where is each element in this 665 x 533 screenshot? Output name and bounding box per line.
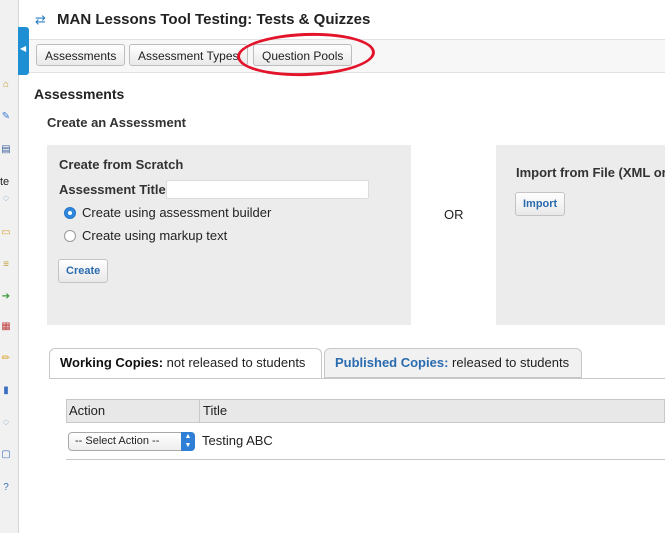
radio-selected[interactable] <box>64 207 76 219</box>
column-divider <box>199 400 200 422</box>
chevron-updown-icon: ▲ ▼ <box>181 432 195 451</box>
collapse-sidebar-tab[interactable]: ◀ <box>18 27 29 75</box>
scratch-title: Create from Scratch <box>59 157 184 172</box>
table-row-divider <box>66 459 665 460</box>
help-icon[interactable]: ? <box>0 481 14 495</box>
import-panel: Import from File (XML or Import <box>496 145 665 325</box>
document-icon[interactable]: ▦ <box>0 320 14 334</box>
table-cell-title: Testing ABC <box>202 433 273 448</box>
create-from-scratch-panel: Create from Scratch Assessment Title Cre… <box>47 145 411 325</box>
tab-working-copies[interactable]: Working Copies: not released to students <box>49 348 322 379</box>
chevron-left-icon: ◀ <box>20 44 27 53</box>
select-value: -- Select Action -- <box>75 435 160 447</box>
import-button[interactable]: Import <box>515 192 566 216</box>
tab-desc: released to students <box>452 355 570 370</box>
folder-icon[interactable]: ▭ <box>0 226 14 240</box>
page-title: MAN Lessons Tool Testing: Tests & Quizze… <box>57 11 371 28</box>
create-button[interactable]: Create <box>58 259 109 283</box>
sidebar-partial-label: te <box>0 176 10 188</box>
tool-strip: ⌂ ✎ ▤ te ◌ ▭ ≡ ➔ ▦ ✏ ▮ ◌ ▢ ? <box>0 0 19 533</box>
select-action-dropdown[interactable]: -- Select Action -- ▲ ▼ <box>68 432 195 451</box>
option-label: Create using markup text <box>82 228 228 243</box>
tab-divider <box>49 378 665 379</box>
export-icon[interactable]: ➔ <box>0 290 14 304</box>
chart-icon[interactable]: ▮ <box>0 384 14 398</box>
title-bar: ⇄ MAN Lessons Tool Testing: Tests & Quiz… <box>29 0 665 39</box>
refresh-icon[interactable]: ⇄ <box>35 13 46 27</box>
option-label: Create using assessment builder <box>82 205 272 220</box>
column-header-action[interactable]: Action <box>69 400 105 422</box>
tab-key: Published Copies: <box>335 355 449 370</box>
pencil-icon[interactable]: ✏ <box>0 352 14 366</box>
column-header-title[interactable]: Title <box>203 400 227 422</box>
inbox-icon[interactable]: ≡ <box>0 258 14 272</box>
option-markup-text[interactable]: Create using markup text <box>64 228 227 243</box>
option-assessment-builder[interactable]: Create using assessment builder <box>64 205 271 220</box>
assessment-title-input[interactable] <box>166 180 369 199</box>
pin-icon[interactable]: ✎ <box>0 110 14 124</box>
import-title: Import from File (XML or <box>516 165 665 180</box>
assessment-title-label: Assessment Title <box>59 182 166 197</box>
tab-desc: not released to students <box>166 355 306 370</box>
chat-bubble-icon[interactable]: ◌ <box>0 416 14 430</box>
book-icon[interactable]: ▤ <box>0 143 14 157</box>
chat-icon[interactable]: ◌ <box>0 192 14 206</box>
table-header: Action Title <box>66 399 665 423</box>
section-heading: Assessments <box>34 86 125 102</box>
tab-key: Working Copies: <box>60 355 164 370</box>
radio-unselected[interactable] <box>64 230 76 242</box>
tab-published-copies[interactable]: Published Copies: released to students <box>324 348 582 378</box>
or-label: OR <box>444 207 464 222</box>
home-icon[interactable]: ⌂ <box>0 78 14 92</box>
window-icon[interactable]: ▢ <box>0 448 14 462</box>
nav-assessments-button[interactable]: Assessments <box>36 44 126 66</box>
nav-assessment-types-button[interactable]: Assessment Types <box>129 44 248 66</box>
create-subheading: Create an Assessment <box>47 115 186 130</box>
